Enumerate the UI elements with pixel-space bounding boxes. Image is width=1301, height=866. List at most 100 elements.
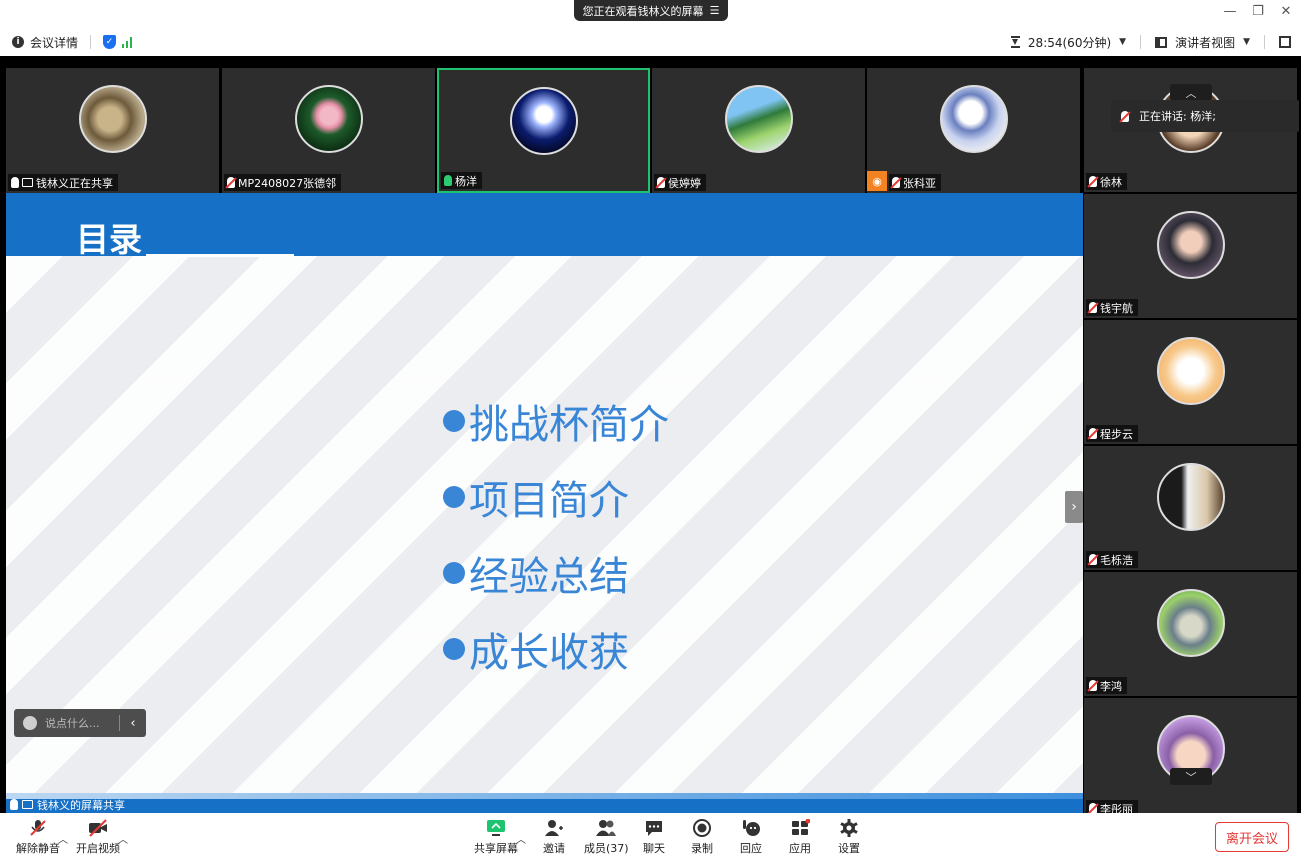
record-icon (693, 819, 711, 837)
signal-icon[interactable] (122, 36, 133, 48)
video-tile[interactable]: 侯婷婷 (652, 68, 865, 193)
sharing-banner[interactable]: 您正在观看钱林义的屏幕 ☰ (574, 0, 728, 21)
video-tile[interactable]: 钱林义正在共享 (6, 68, 219, 193)
microphone-muted-icon (1089, 680, 1097, 691)
scroll-down-button[interactable]: ﹀ (1170, 768, 1212, 785)
microphone-muted-icon (1089, 302, 1097, 313)
participant-name-tag: 张科亚 (889, 174, 941, 191)
toc-item: 成长收获 (443, 611, 669, 687)
start-video-label: 开启视频 (76, 842, 120, 855)
avatar (1156, 337, 1225, 405)
unmute-button[interactable]: 解除静音 (16, 819, 60, 856)
bottom-toolbar: 解除静音 ︿ 开启视频 ︿ 共享屏幕 ︿ 邀请 成员(37) 聊天 录制 回应 … (0, 813, 1301, 866)
slide-header-band (6, 193, 1083, 256)
avatar (1156, 463, 1225, 531)
speaker-view-icon (1155, 36, 1168, 48)
shared-screen[interactable]: 目录 挑战杯简介 项目简介 经验总结 成长收获 (6, 193, 1083, 813)
emoji-icon[interactable] (23, 716, 37, 730)
slide-title: 目录 (76, 220, 142, 259)
record-label: 录制 (691, 842, 713, 855)
screen-share-icon (22, 178, 33, 187)
scroll-up-button[interactable]: ︿ (1170, 84, 1212, 101)
chat-button[interactable]: 聊天 (643, 819, 665, 856)
microphone-muted-icon (1089, 554, 1097, 565)
microphone-muted-icon (1089, 176, 1097, 187)
participant-name-tag: 徐林 (1086, 173, 1127, 190)
divider (1264, 35, 1265, 49)
record-button[interactable]: 录制 (691, 819, 713, 856)
bullet-icon (443, 638, 465, 660)
menu-icon[interactable]: ☰ (710, 4, 720, 17)
table-of-contents: 挑战杯简介 项目简介 经验总结 成长收获 (443, 383, 669, 687)
apps-button[interactable]: 应用 (789, 819, 811, 856)
host-icon: ◉ (867, 171, 887, 191)
chevron-up-icon[interactable]: ︿ (118, 831, 128, 846)
avatar (1156, 589, 1225, 657)
chevron-left-icon[interactable]: ‹ (120, 716, 146, 731)
chevron-right-icon[interactable]: › (1065, 491, 1083, 523)
shield-icon[interactable]: ✓ (103, 35, 117, 49)
invite-button[interactable]: 邀请 (543, 819, 565, 856)
toc-item: 挑战杯简介 (443, 383, 669, 459)
video-tile[interactable]: 李鸿 (1084, 572, 1297, 696)
share-screen-button[interactable]: 共享屏幕 (474, 819, 518, 856)
divider (1140, 35, 1142, 49)
participant-name-tag: 程步云 (1086, 425, 1138, 442)
fullscreen-icon[interactable] (1279, 36, 1291, 48)
microphone-muted-icon (657, 177, 665, 188)
participant-name-tag: MP2408027张德邻 (224, 174, 342, 191)
video-tile[interactable]: MP2408027张德邻 (222, 68, 435, 193)
settings-label: 设置 (838, 842, 860, 855)
video-tile-active[interactable]: 杨洋 (437, 68, 650, 193)
restore-icon[interactable]: ❐ (1251, 4, 1265, 19)
chevron-down-icon[interactable]: ▼ (1243, 37, 1250, 47)
participant-name-tag: 钱林义正在共享 (8, 174, 118, 191)
bullet-icon (443, 486, 465, 508)
toc-item: 项目简介 (443, 459, 669, 535)
close-icon[interactable]: ✕ (1279, 4, 1293, 19)
video-tile[interactable]: 李彤丽 (1084, 698, 1297, 817)
camera-off-icon (89, 819, 107, 837)
invite-label: 邀请 (543, 842, 565, 855)
slide-title-underline (146, 254, 294, 257)
screen-share-icon (22, 800, 33, 809)
meeting-timer[interactable]: 28:54(60分钟) (1028, 34, 1111, 51)
divider (90, 35, 92, 49)
apps-label: 应用 (789, 842, 811, 855)
video-tile[interactable]: 毛栎浩 (1084, 446, 1297, 570)
video-tile[interactable]: 钱宇航 (1084, 194, 1297, 318)
participant-name-tag: 毛栎浩 (1086, 551, 1138, 568)
start-video-button[interactable]: 开启视频 (76, 819, 120, 856)
speaking-text: 正在讲话: 杨洋; (1139, 110, 1216, 123)
members-button[interactable]: 成员(37) (584, 819, 629, 856)
view-mode-select[interactable]: 演讲者视图 (1175, 34, 1235, 51)
chat-icon (646, 821, 662, 836)
settings-button[interactable]: 设置 (838, 819, 860, 856)
participant-name-tag: 侯婷婷 (654, 174, 706, 191)
gear-icon (840, 819, 858, 837)
video-tile[interactable]: ◉ 张科亚 (867, 68, 1080, 193)
microphone-icon (10, 799, 18, 810)
members-label: 成员(37) (584, 842, 629, 855)
microphone-muted-icon (1121, 110, 1129, 122)
screen-share-label: 钱林义的屏幕共享 (6, 797, 125, 812)
meeting-details-link[interactable]: 会议详情 (30, 34, 78, 51)
microphone-muted-icon (1089, 428, 1097, 439)
video-tile[interactable]: 程步云 (1084, 320, 1297, 444)
chevron-down-icon[interactable]: ▼ (1119, 37, 1126, 47)
reactions-button[interactable]: 回应 (740, 819, 762, 856)
members-icon (596, 820, 617, 836)
avatar (724, 85, 793, 153)
minimize-icon[interactable]: — (1223, 4, 1237, 19)
avatar (1156, 211, 1225, 279)
participant-name: 钱林义正在共享 (36, 176, 113, 190)
info-icon[interactable]: i (12, 36, 24, 48)
chevron-up-icon[interactable]: ︿ (58, 831, 68, 846)
unmute-label: 解除静音 (16, 842, 60, 855)
reaction-hand-icon (743, 820, 760, 836)
apps-icon (792, 819, 810, 835)
chevron-up-icon[interactable]: ︿ (516, 831, 526, 846)
quick-chat-input[interactable]: 说点什么... ‹ (14, 709, 146, 737)
quick-chat-placeholder[interactable]: 说点什么... (45, 715, 100, 731)
leave-meeting-button[interactable]: 离开会议 (1215, 822, 1289, 852)
